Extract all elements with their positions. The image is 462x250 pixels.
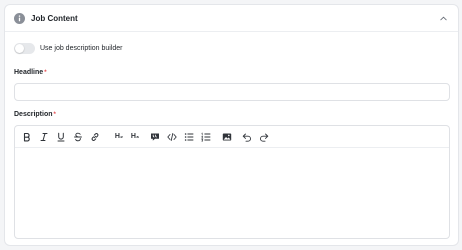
italic-button[interactable] — [38, 131, 50, 143]
job-content-card: Job Content Use job description builder … — [4, 4, 459, 246]
headline-label-text: Headline — [14, 69, 44, 76]
toggle-knob — [15, 44, 24, 53]
quote-button[interactable] — [149, 131, 161, 143]
required-mark: * — [44, 70, 47, 76]
bold-button[interactable] — [21, 131, 33, 143]
underline-button[interactable] — [55, 131, 67, 143]
section-title: Job Content — [31, 14, 78, 23]
info-icon — [14, 13, 25, 24]
underline-icon — [57, 132, 65, 142]
code-icon — [167, 133, 177, 141]
job-description-builder-toggle[interactable] — [14, 43, 35, 54]
heading-2-label: H₂ — [114, 133, 124, 140]
image-icon — [222, 133, 232, 141]
description-label: Description* — [14, 110, 56, 120]
link-icon — [91, 133, 99, 141]
bullet-list-icon — [184, 133, 194, 141]
undo-button[interactable] — [241, 131, 253, 143]
headline-label: Headline* — [14, 68, 47, 78]
chevron-up-icon[interactable] — [439, 14, 448, 23]
italic-icon — [40, 133, 48, 141]
code-button[interactable] — [166, 131, 178, 143]
card-header[interactable]: Job Content — [5, 5, 458, 32]
description-label-text: Description — [14, 111, 53, 118]
redo-button[interactable] — [258, 131, 270, 143]
redo-icon — [260, 133, 269, 142]
heading-3-button[interactable]: H₃ — [128, 131, 142, 143]
required-mark: * — [53, 112, 56, 118]
quote-icon — [151, 133, 159, 141]
headline-input[interactable] — [14, 83, 450, 101]
heading-2-button[interactable]: H₂ — [112, 131, 126, 143]
image-button[interactable] — [221, 131, 233, 143]
editor-toolbar: H₂ H₃ — [15, 126, 449, 148]
description-editor-body[interactable] — [15, 148, 449, 238]
bold-icon — [23, 132, 30, 142]
heading-3-label: H₃ — [130, 133, 140, 140]
link-button[interactable] — [89, 131, 101, 143]
strikethrough-button[interactable] — [72, 131, 84, 143]
toggle-label: Use job description builder — [40, 45, 123, 52]
ordered-list-button[interactable] — [200, 131, 212, 143]
strikethrough-icon — [74, 132, 82, 142]
description-editor: H₂ H₃ — [14, 125, 450, 239]
undo-icon — [242, 133, 251, 142]
bullet-list-button[interactable] — [183, 131, 195, 143]
ordered-list-icon — [201, 132, 211, 142]
